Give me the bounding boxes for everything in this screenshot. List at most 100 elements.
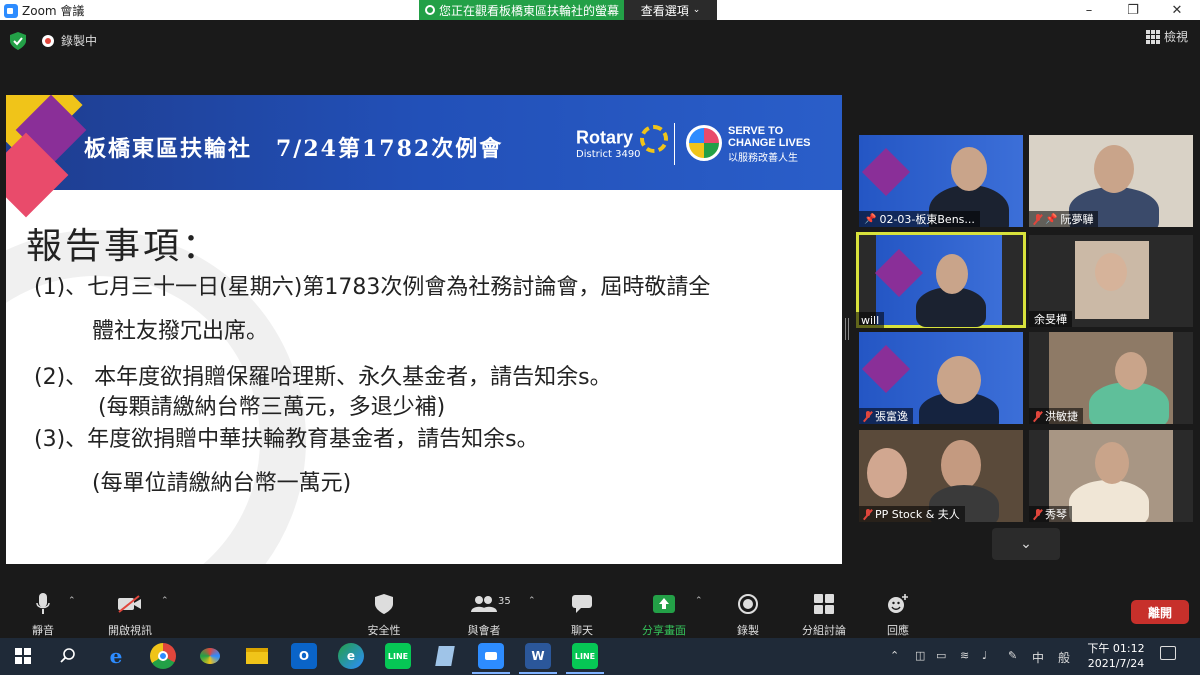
window-title: Zoom 會議	[22, 4, 85, 18]
shared-screen: 板橋東區扶輪社 7/24第1782次例會 Rotary District 349…	[6, 95, 842, 564]
chevron-down-icon: ⌄	[1020, 536, 1032, 552]
gallery-scroll-down-button[interactable]: ⌄	[992, 528, 1060, 560]
participant-head	[941, 440, 981, 490]
participant-name: 秀琴	[1045, 508, 1067, 521]
participant-name-tag: 張富逸	[859, 408, 913, 424]
system-clock[interactable]: 下午 01:12 2021/7/24	[1086, 641, 1146, 671]
participant-head	[1115, 352, 1147, 390]
wifi-icon[interactable]: ≋	[960, 649, 969, 662]
participants-options-caret[interactable]: ⌃	[528, 596, 536, 606]
edge-icon[interactable]: e	[338, 643, 364, 669]
view-button[interactable]: 檢視	[1146, 28, 1188, 45]
participant-head	[867, 448, 907, 498]
recording-icon	[42, 35, 54, 47]
security-label: 安全性	[367, 624, 401, 637]
record-button[interactable]: 錄製	[734, 588, 762, 638]
chevron-down-icon: ⌄	[692, 5, 701, 15]
word-icon[interactable]: W	[519, 643, 557, 674]
share-screen-button[interactable]: 分享畫面	[640, 588, 688, 638]
windows-taskbar: e O e LINE W LINE	[0, 638, 1200, 675]
zoom-taskbar-icon[interactable]	[472, 643, 510, 674]
microphone-icon	[36, 592, 50, 616]
participant-tile[interactable]: 張富逸	[859, 332, 1023, 424]
participants-label: 與會者	[467, 624, 501, 637]
show-hidden-icons[interactable]: ⌃	[890, 649, 899, 662]
participant-tile[interactable]: PP Stock & 夫人	[859, 430, 1023, 522]
meet-now-icon[interactable]: ◫	[915, 649, 925, 662]
input-method-indicator[interactable]: 中	[1032, 649, 1044, 666]
chrome-icon[interactable]	[150, 643, 176, 669]
internet-explorer-icon[interactable]: e	[103, 643, 129, 669]
clock-time: 下午 01:12	[1087, 642, 1145, 655]
mute-label: 靜音	[32, 624, 54, 637]
mic-muted-icon	[1034, 410, 1042, 422]
input-mode-indicator[interactable]: 般	[1058, 649, 1070, 666]
slide-header: 板橋東區扶輪社 7/24第1782次例會 Rotary District 349…	[6, 95, 842, 218]
participant-tile-active-speaker[interactable]: will	[856, 232, 1026, 328]
paint-app-icon[interactable]	[197, 643, 223, 669]
minimize-button[interactable]: –	[1066, 0, 1112, 20]
participant-tile[interactable]: 余旻樺	[1029, 235, 1193, 327]
rotary-district: District 3490	[576, 149, 641, 160]
participant-head	[1095, 253, 1127, 291]
audio-options-caret[interactable]: ⌃	[68, 596, 76, 606]
notes-app-icon[interactable]	[432, 643, 458, 669]
close-button[interactable]: ✕	[1154, 0, 1200, 20]
app-title: Zoom 會議	[4, 2, 84, 19]
logo-divider	[674, 123, 675, 165]
record-icon	[738, 592, 758, 616]
participant-name-tag: 📌 02-03-板東Bens...	[859, 211, 980, 227]
line-icon[interactable]: LINE	[385, 643, 411, 669]
participant-body	[1069, 480, 1149, 522]
mute-button[interactable]: 靜音	[28, 588, 58, 638]
video-options-caret[interactable]: ⌃	[161, 596, 169, 606]
chat-button[interactable]: 聊天	[568, 588, 596, 638]
view-options-label: 查看選項	[640, 3, 689, 18]
video-label: 開啟視訊	[108, 624, 152, 637]
maximize-button[interactable]: ❐	[1110, 0, 1156, 20]
pin-icon: 📌	[864, 213, 877, 225]
breakout-rooms-button[interactable]: 分組討論	[800, 588, 848, 638]
rotary-wheel-icon	[640, 125, 669, 153]
leave-meeting-button[interactable]: 離開	[1131, 600, 1189, 624]
reactions-button[interactable]: 回應	[884, 588, 912, 638]
battery-icon[interactable]: ▭	[936, 649, 946, 662]
share-options-caret[interactable]: ⌃	[695, 596, 703, 606]
slide-line-3: (2)、 本年度欲捐贈保羅哈理斯、永久基金者，請告知余s。	[34, 365, 612, 390]
volume-icon[interactable]: ♩	[982, 649, 987, 662]
search-icon[interactable]	[55, 643, 81, 669]
serve-slogan: SERVE TO CHANGE LIVES 以服務改善人生	[728, 125, 811, 164]
participant-tile[interactable]: 秀琴	[1029, 430, 1193, 522]
pen-icon[interactable]: ✎	[1008, 649, 1017, 662]
chat-label: 聊天	[571, 624, 593, 637]
mic-muted-icon	[864, 410, 872, 422]
view-options-button[interactable]: 查看選項 ⌄	[624, 0, 717, 20]
share-banner-text: 您正在觀看板橋東區扶輪社的螢幕	[439, 3, 620, 18]
recording-label: 錄製中	[61, 34, 98, 48]
participant-name-tag: 余旻樺	[1029, 311, 1072, 327]
start-video-button[interactable]: 開啟視訊	[106, 588, 154, 638]
slide-line-1: (1)、七月三十一日(星期六)第1783次例會為社務討論會，屆時敬請全	[34, 275, 711, 300]
mic-muted-icon	[1034, 508, 1042, 520]
participant-name-tag: PP Stock & 夫人	[859, 506, 965, 522]
participant-tile[interactable]: 洪敏捷	[1029, 332, 1193, 424]
participant-head	[1095, 442, 1129, 484]
participant-tile[interactable]: 📌 02-03-板東Bens...	[859, 135, 1023, 227]
file-explorer-icon[interactable]	[244, 643, 270, 669]
participant-name-tag: 洪敏捷	[1029, 408, 1083, 424]
zoom-logo-icon	[4, 3, 18, 18]
shield-icon[interactable]	[10, 32, 26, 50]
notifications-icon[interactable]	[1160, 646, 1176, 660]
line-icon[interactable]: LINE	[566, 643, 604, 674]
windows-start-icon[interactable]	[10, 643, 36, 669]
security-button[interactable]: 安全性	[366, 588, 402, 638]
participant-head	[1094, 145, 1134, 193]
participant-name: 02-03-板東Bens...	[879, 213, 975, 226]
share-label: 分享畫面	[642, 624, 686, 637]
participant-tile[interactable]: 📌 阮夢驊	[1029, 135, 1193, 227]
participant-name-tag: will	[856, 312, 885, 328]
security-shield-icon	[375, 592, 393, 616]
outlook-icon[interactable]: O	[291, 643, 317, 669]
panel-resize-handle[interactable]	[845, 318, 849, 340]
participant-name: 洪敏捷	[1045, 410, 1078, 423]
